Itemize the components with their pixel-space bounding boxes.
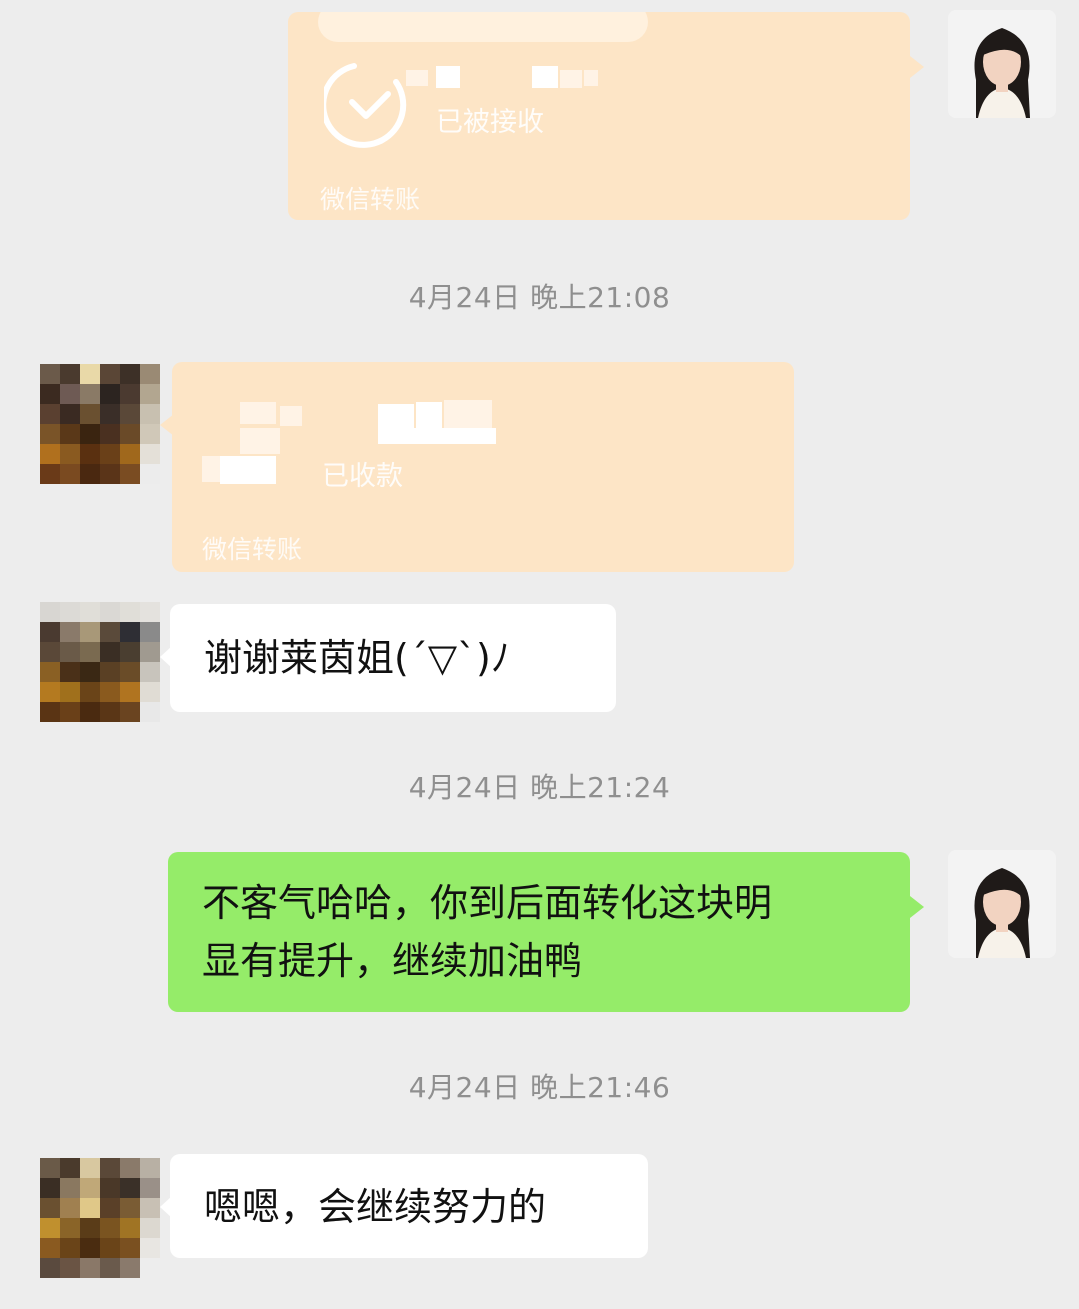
redacted-amount bbox=[436, 66, 460, 88]
redacted-amount bbox=[406, 70, 428, 86]
transfer-card-incoming[interactable]: 已收款 微信转账 bbox=[172, 362, 794, 572]
transfer-footer-label: 微信转账 bbox=[320, 185, 421, 214]
avatar[interactable] bbox=[40, 602, 160, 722]
timestamp: 4月24日 晚上21:46 bbox=[408, 1071, 671, 1104]
transfer-card-outgoing[interactable]: 已被接收 微信转账 bbox=[288, 12, 910, 220]
redacted-icon bbox=[240, 402, 276, 424]
redacted-amount bbox=[416, 402, 442, 428]
redacted-amount bbox=[444, 400, 492, 428]
message-text: 嗯嗯，会继续努力的 bbox=[204, 1185, 547, 1229]
message-text: 谢谢莱茵姐(´▽`)ﾉ bbox=[204, 636, 510, 680]
avatar-image bbox=[948, 10, 1056, 118]
avatar[interactable] bbox=[40, 1158, 160, 1278]
timestamp: 4月24日 晚上21:08 bbox=[408, 281, 671, 314]
redacted-amount bbox=[378, 428, 496, 444]
redacted-icon bbox=[240, 428, 280, 454]
transfer-status: 已收款 bbox=[322, 461, 403, 492]
redacted-icon bbox=[202, 456, 220, 482]
transfer-status: 已被接收 bbox=[436, 107, 544, 138]
transfer-footer-label: 微信转账 bbox=[202, 535, 303, 564]
avatar[interactable] bbox=[40, 364, 160, 484]
message-bubble-incoming[interactable]: 谢谢莱茵姐(´▽`)ﾉ bbox=[170, 604, 616, 712]
timestamp: 4月24日 晚上21:24 bbox=[408, 771, 671, 804]
message-text-line: 显有提升，继续加油鸭 bbox=[202, 939, 583, 983]
blur-highlight bbox=[318, 12, 648, 42]
message-bubble-incoming[interactable]: 嗯嗯，会继续努力的 bbox=[170, 1154, 648, 1258]
bubble-tail bbox=[910, 56, 924, 78]
message-text-line: 不客气哈哈，你到后面转化这块明 bbox=[202, 881, 773, 925]
redacted-amount bbox=[378, 404, 414, 428]
avatar-image bbox=[948, 850, 1056, 958]
redacted-icon bbox=[220, 456, 276, 484]
redacted-icon bbox=[280, 406, 302, 426]
bubble-tail bbox=[910, 896, 924, 918]
clock-check-icon bbox=[324, 63, 407, 148]
message-bubble-outgoing[interactable]: 不客气哈哈，你到后面转化这块明 显有提升，继续加油鸭 bbox=[168, 852, 910, 1012]
redacted-amount bbox=[532, 66, 558, 88]
redacted-amount bbox=[584, 70, 598, 86]
avatar[interactable] bbox=[948, 10, 1056, 118]
avatar[interactable] bbox=[948, 850, 1056, 958]
redacted-amount bbox=[560, 70, 582, 88]
